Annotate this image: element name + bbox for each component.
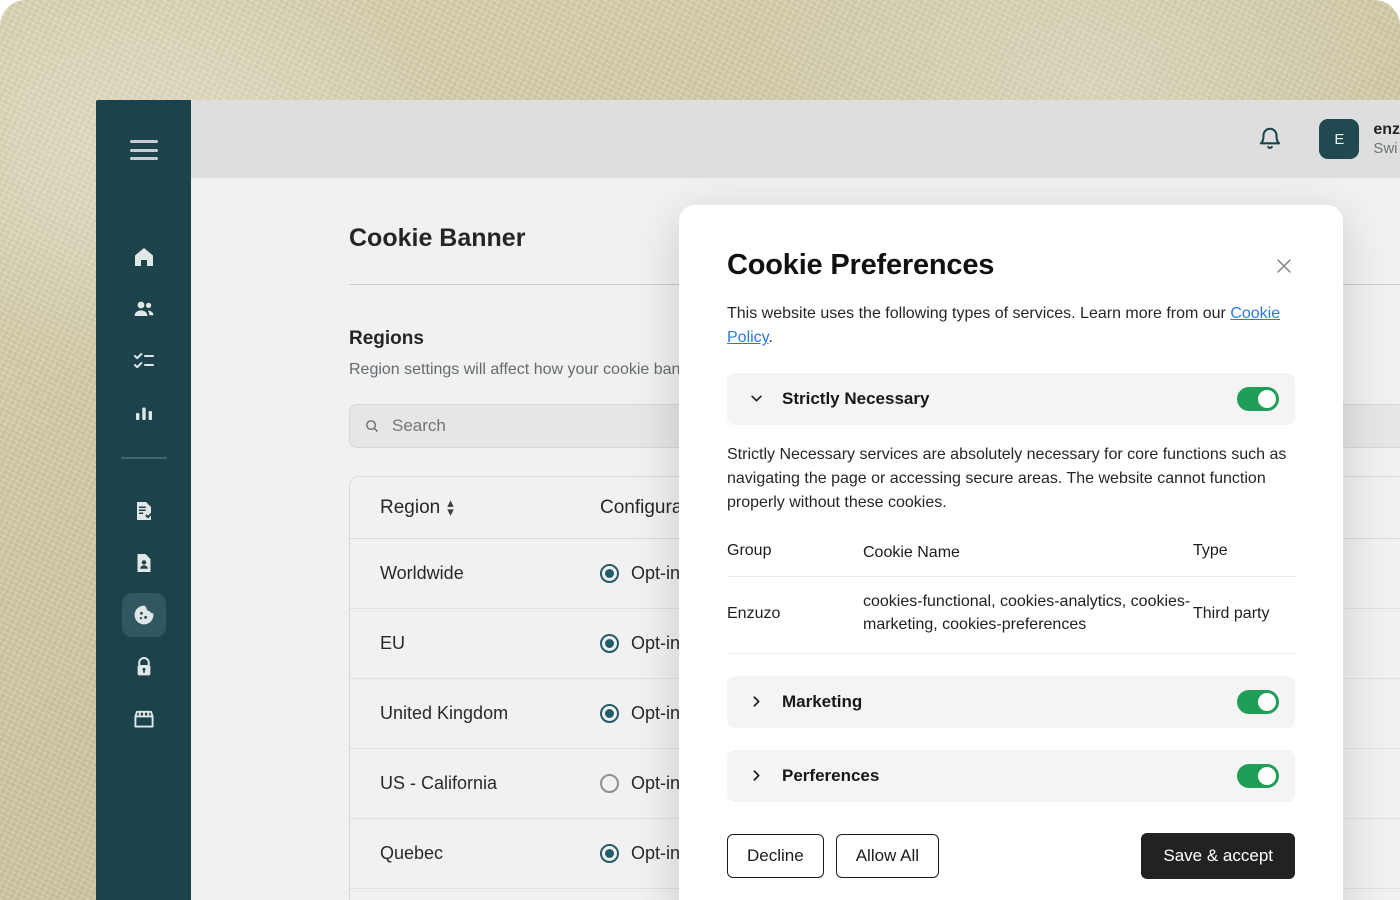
sidebar-item-analytics[interactable] bbox=[122, 391, 166, 435]
column-header-cookie-name: Cookie Name bbox=[863, 543, 960, 561]
cookie-icon bbox=[134, 605, 153, 625]
column-header-region-label: Region bbox=[380, 496, 441, 518]
cookie-table-row: Enzuzo cookies-functional, cookies-analy… bbox=[727, 577, 1297, 654]
column-header-region[interactable]: Region ▴ ▾ bbox=[380, 496, 600, 519]
home-icon bbox=[134, 248, 153, 266]
radio-optin-label: Opt-in bbox=[631, 633, 681, 653]
column-header-group: Group bbox=[727, 541, 772, 559]
hamburger-menu-icon[interactable] bbox=[129, 140, 158, 160]
radio-optin[interactable]: Opt-in bbox=[600, 843, 680, 864]
sidebar-item-cookies[interactable] bbox=[121, 593, 166, 637]
sidebar-item-home[interactable] bbox=[122, 235, 166, 279]
radio-optin-label: Opt-in bbox=[631, 563, 681, 583]
search-icon bbox=[366, 420, 378, 432]
cookie-preferences-modal: Cookie Preferences This website uses the… bbox=[679, 205, 1343, 900]
sidebar bbox=[96, 100, 191, 900]
accordion-label: Marketing bbox=[782, 691, 863, 711]
radio-optin-label: Opt-in bbox=[631, 773, 681, 793]
decline-button[interactable]: Decline bbox=[727, 834, 824, 878]
allow-all-button[interactable]: Allow All bbox=[835, 834, 940, 878]
top-bar: E enz Swi bbox=[191, 100, 1400, 178]
sidebar-item-tasks[interactable] bbox=[122, 339, 166, 383]
modal-intro-prefix: This website uses the following types of… bbox=[727, 305, 1231, 322]
sidebar-top-group bbox=[122, 231, 166, 435]
cell-region: US - California bbox=[380, 773, 498, 793]
chevron-right-icon bbox=[749, 768, 765, 783]
modal-title: Cookie Preferences bbox=[727, 249, 995, 281]
toggle-marketing[interactable] bbox=[1237, 689, 1279, 714]
sidebar-item-consent-records[interactable] bbox=[122, 489, 166, 533]
accordion-marketing[interactable]: Marketing bbox=[727, 675, 1295, 728]
sidebar-item-store[interactable] bbox=[122, 697, 166, 741]
sidebar-bottom-group bbox=[121, 485, 166, 741]
storefront-icon bbox=[133, 710, 154, 728]
people-icon bbox=[134, 301, 153, 316]
radio-optin-indicator bbox=[600, 704, 619, 723]
cell-region: United Kingdom bbox=[380, 703, 509, 723]
lock-icon bbox=[137, 657, 150, 676]
modal-intro-suffix: . bbox=[768, 329, 773, 347]
sidebar-divider bbox=[120, 457, 167, 459]
radio-optin[interactable]: Opt-in bbox=[600, 773, 680, 794]
accordion-body-text: Strictly Necessary services are absolute… bbox=[727, 445, 1287, 512]
column-header-type: Type bbox=[1193, 541, 1228, 559]
user-info: enz Swi bbox=[1373, 120, 1400, 158]
checklist-icon bbox=[133, 353, 154, 369]
avatar: E bbox=[1319, 119, 1360, 159]
modal-intro-text: This website uses the following types of… bbox=[727, 302, 1295, 351]
cookie-table-header: Group Cookie Name Type bbox=[727, 542, 1297, 578]
radio-optin-indicator bbox=[600, 774, 619, 793]
user-subtitle: Swi bbox=[1373, 139, 1398, 157]
toggle-preferences[interactable] bbox=[1237, 763, 1279, 788]
document-check-icon bbox=[136, 502, 152, 520]
modal-footer: Decline Allow All Save & accept bbox=[727, 833, 1295, 879]
user-menu[interactable]: E enz Swi bbox=[1319, 119, 1400, 159]
cell-region: EU bbox=[380, 633, 406, 653]
sidebar-item-data-requests[interactable] bbox=[122, 541, 166, 585]
desktop-backdrop: E enz Swi Cookie Banner gions Regions Re… bbox=[0, 0, 1400, 900]
cell-region: Quebec bbox=[380, 843, 444, 863]
cell-type: Third party bbox=[1193, 605, 1270, 622]
chevron-right-icon bbox=[749, 694, 765, 709]
document-person-icon bbox=[137, 554, 150, 572]
user-name: enz bbox=[1373, 121, 1400, 139]
cell-cookie-name: cookies-functional, cookies-analytics, c… bbox=[863, 593, 1191, 633]
cell-region: Worldwide bbox=[380, 563, 464, 583]
radio-optin[interactable]: Opt-in bbox=[600, 703, 680, 724]
notification-bell-icon[interactable] bbox=[1257, 126, 1283, 152]
bar-chart-icon bbox=[135, 407, 152, 420]
accordion-strictly-necessary[interactable]: Strictly Necessary bbox=[727, 372, 1295, 425]
radio-optin-indicator bbox=[600, 634, 619, 653]
accordion-label: Strictly Necessary bbox=[782, 388, 930, 408]
radio-optin[interactable]: Opt-in bbox=[600, 633, 680, 654]
sidebar-item-people[interactable] bbox=[122, 287, 166, 331]
cookie-details-table: Group Cookie Name Type Enzuzo cookies-fu… bbox=[727, 542, 1297, 654]
cell-group: Enzuzo bbox=[727, 605, 781, 622]
sort-icon[interactable]: ▴ ▾ bbox=[447, 496, 454, 517]
radio-optin[interactable]: Opt-in bbox=[600, 563, 680, 584]
accordion-label: Perferences bbox=[782, 765, 880, 785]
radio-optin-indicator bbox=[600, 564, 619, 583]
sidebar-item-security[interactable] bbox=[122, 645, 166, 689]
close-icon[interactable] bbox=[1273, 255, 1295, 277]
chevron-down-icon bbox=[749, 391, 765, 406]
radio-optin-label: Opt-in bbox=[631, 843, 681, 863]
radio-optin-label: Opt-in bbox=[631, 703, 681, 723]
radio-optin-indicator bbox=[600, 844, 619, 863]
toggle-strictly-necessary[interactable] bbox=[1237, 386, 1279, 411]
accordion-preferences[interactable]: Perferences bbox=[727, 749, 1295, 802]
save-and-accept-button[interactable]: Save & accept bbox=[1141, 833, 1295, 879]
